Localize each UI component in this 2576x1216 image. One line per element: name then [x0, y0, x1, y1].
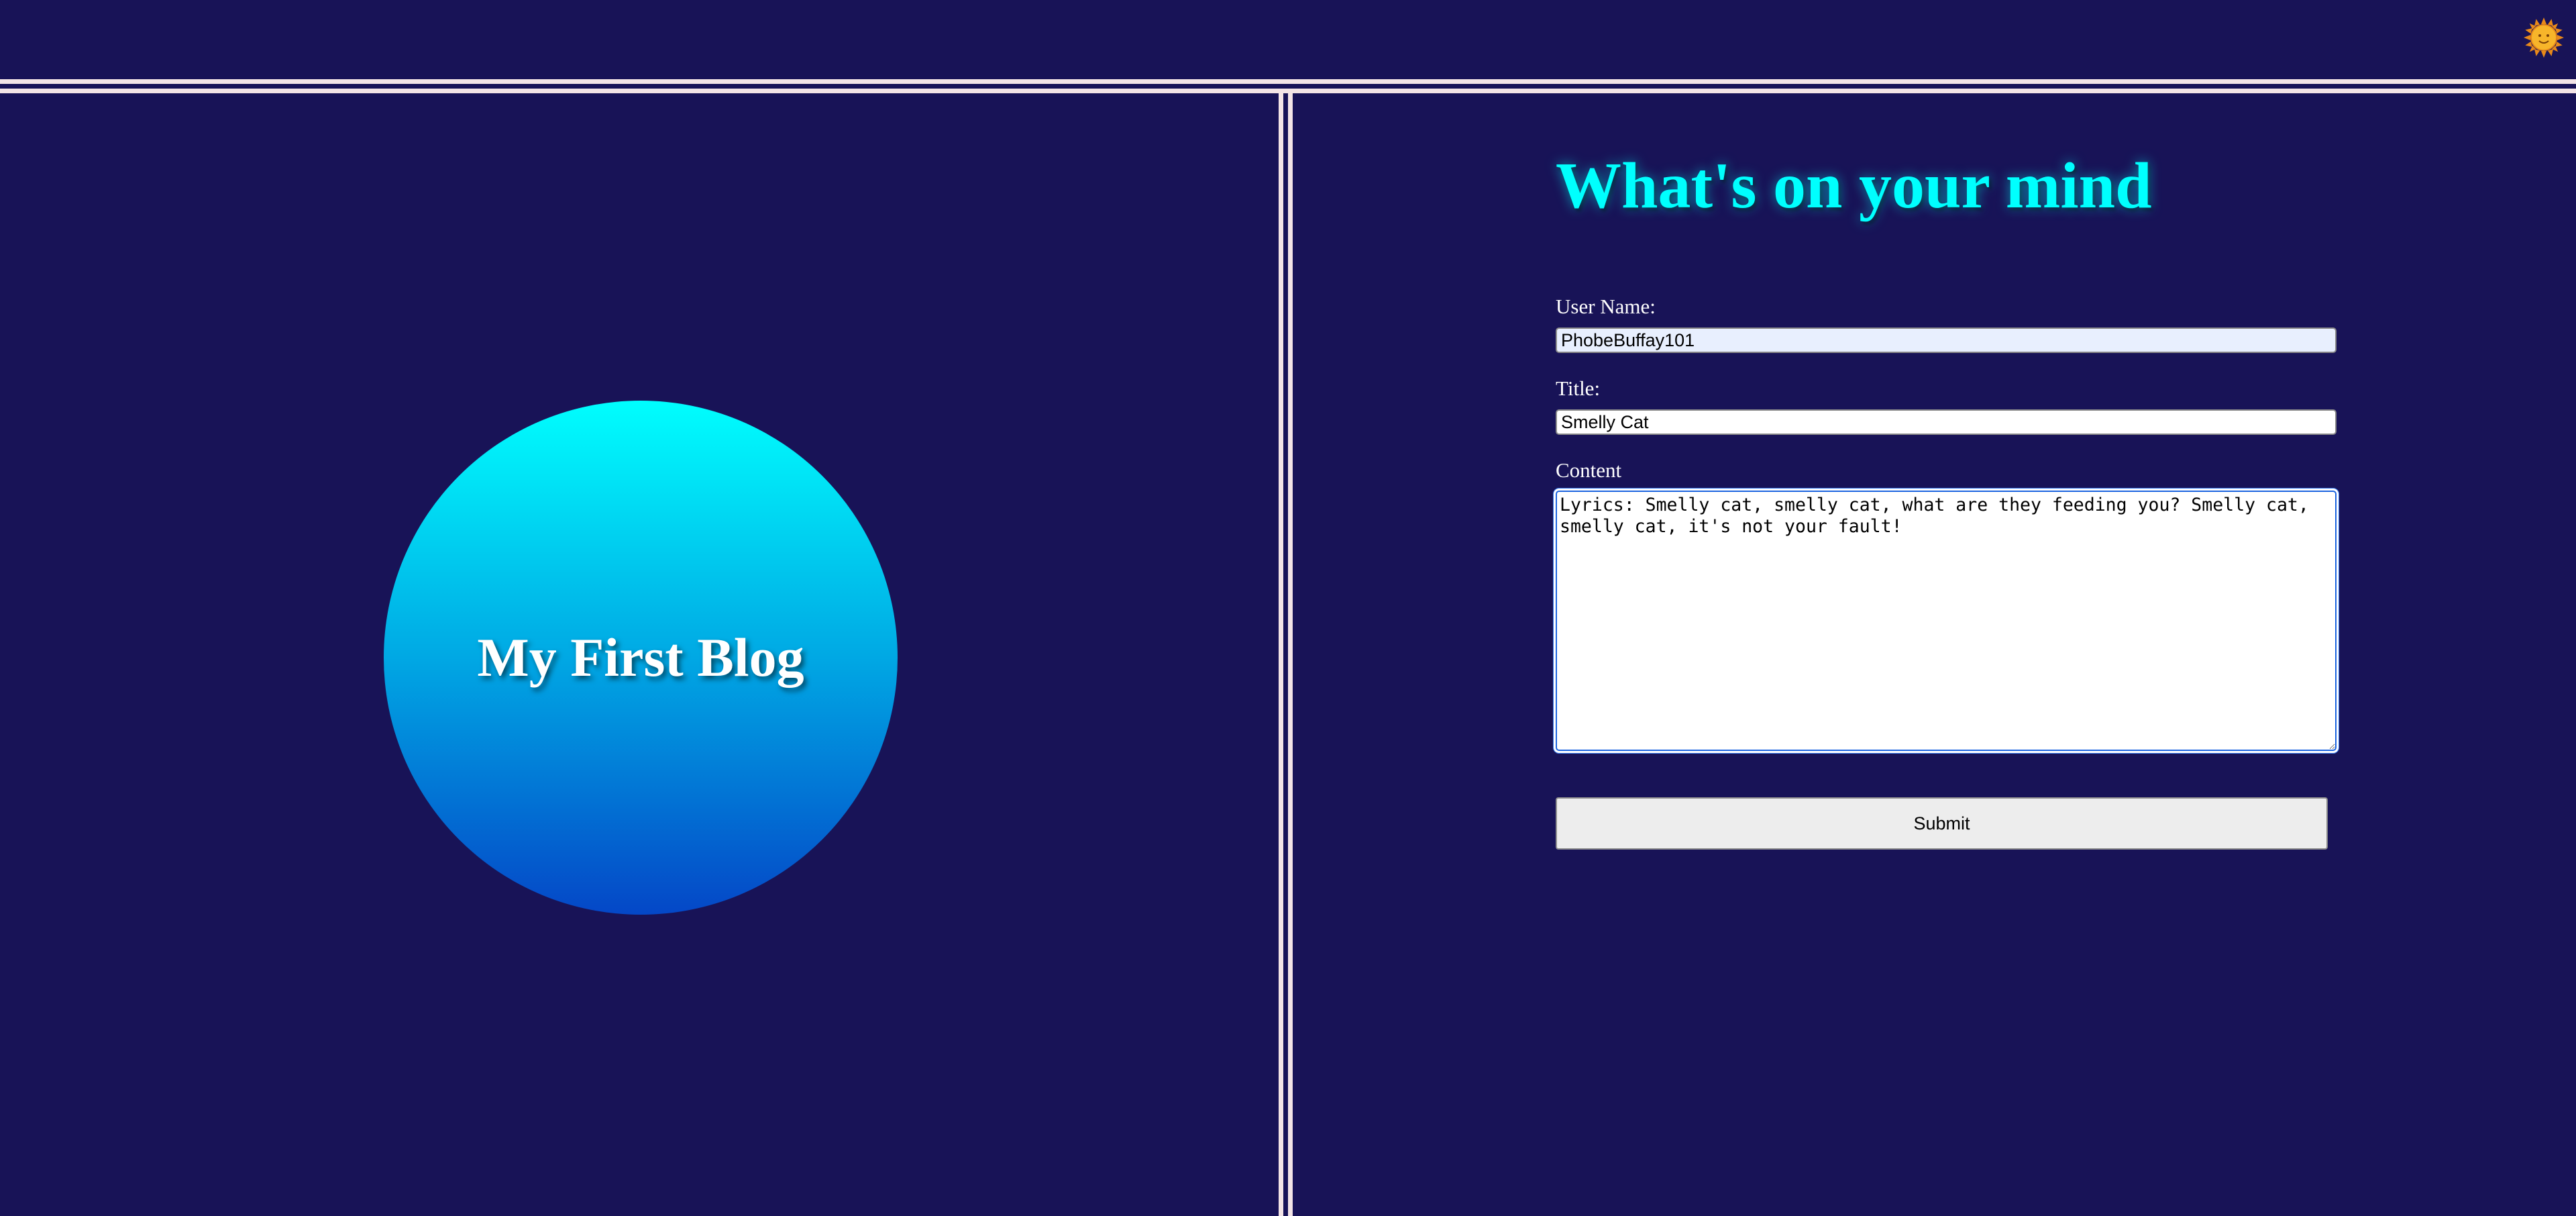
title-label: Title: — [1556, 376, 1601, 400]
sun-icon[interactable] — [2524, 17, 2564, 58]
post-form-panel: What's on your mind User Name: Title: Co… — [1293, 93, 2576, 1216]
panel-divider-left — [1279, 93, 1283, 1216]
panel-divider-right — [1288, 93, 1293, 1216]
blog-hero-panel: My First Blog — [0, 93, 1279, 1216]
content-label: Content — [1556, 458, 1622, 482]
blog-title-circle: My First Blog — [384, 401, 898, 915]
header-divider-bottom — [0, 89, 2576, 93]
top-bar — [0, 0, 2576, 79]
user-name-input[interactable] — [1556, 327, 2337, 353]
blog-title: My First Blog — [477, 627, 804, 688]
header-divider-top — [0, 79, 2576, 84]
submit-button[interactable]: Submit — [1556, 797, 2328, 850]
form-heading: What's on your mind — [1556, 150, 2152, 222]
user-name-label: User Name: — [1556, 295, 1656, 318]
title-input[interactable] — [1556, 409, 2337, 435]
content-textarea[interactable]: Lyrics: Smelly cat, smelly cat, what are… — [1556, 491, 2337, 751]
